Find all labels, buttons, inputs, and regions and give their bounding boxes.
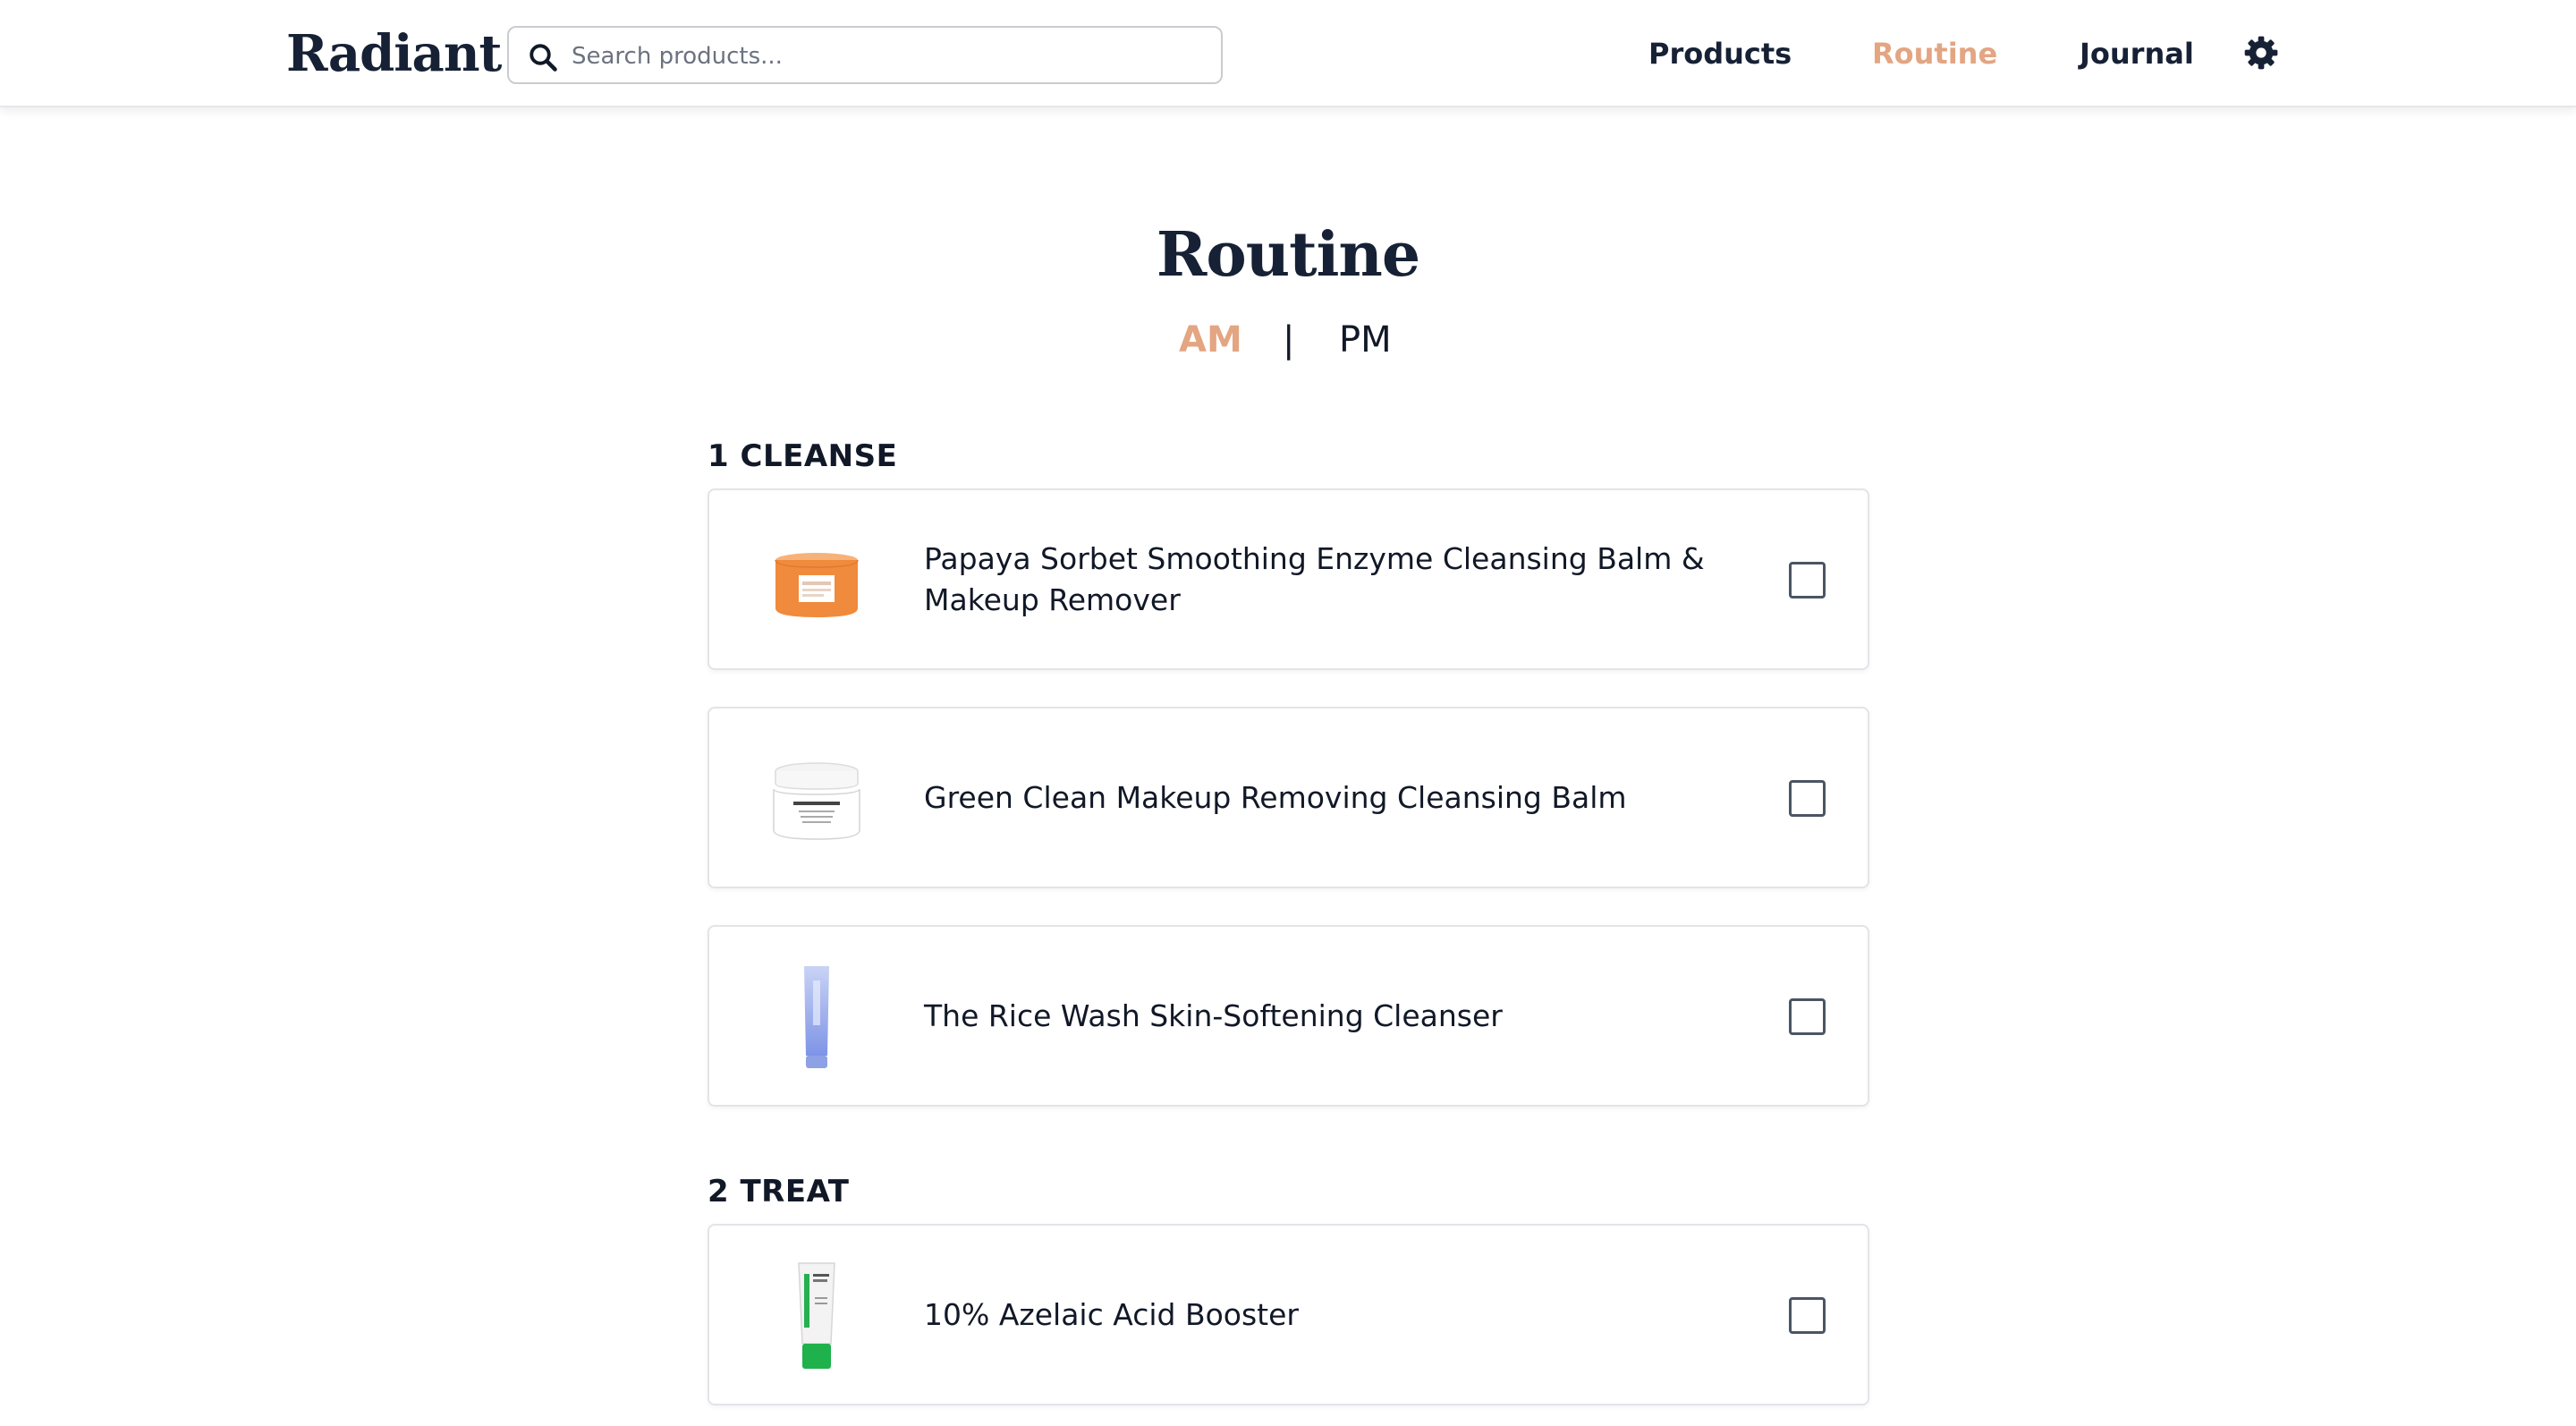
routine-item-card[interactable]: Papaya Sorbet Smoothing Enzyme Cleansing… — [708, 488, 1869, 670]
search-icon — [530, 44, 557, 72]
search-input[interactable] — [572, 35, 1198, 78]
product-name: 10% Azelaic Acid Booster — [924, 1296, 1299, 1332]
orange-jar-image — [775, 553, 859, 617]
logo[interactable]: Radiant — [286, 21, 502, 86]
page-title: Routine — [1156, 219, 1420, 291]
search-bar[interactable] — [507, 26, 1223, 84]
pm-toggle[interactable]: PM — [1339, 313, 1392, 367]
section-title-treat: 2 TREAT — [708, 1174, 850, 1210]
top-navbar: Radiant Products Routine Journal — [0, 0, 2576, 107]
routine-checkbox[interactable] — [1789, 562, 1826, 598]
routine-checkbox[interactable] — [1789, 998, 1826, 1035]
routine-checkbox[interactable] — [1789, 1297, 1826, 1334]
nav-routine[interactable]: Routine — [1872, 32, 1997, 75]
am-toggle[interactable]: AM — [1179, 313, 1242, 367]
routine-item-card[interactable]: 10% Azelaic Acid Booster — [708, 1224, 1869, 1405]
gear-icon[interactable] — [2243, 35, 2279, 71]
nav-products[interactable]: Products — [1648, 32, 1792, 75]
blue-tube-image — [804, 966, 829, 1068]
product-name: The Rice Wash Skin-Softening Cleanser — [924, 997, 1503, 1033]
product-name: Green Clean Makeup Removing Cleansing Ba… — [924, 779, 1627, 815]
routine-checkbox[interactable] — [1789, 780, 1826, 817]
routine-item-card[interactable]: Green Clean Makeup Removing Cleansing Ba… — [708, 707, 1869, 888]
routine-item-card[interactable]: The Rice Wash Skin-Softening Cleanser — [708, 925, 1869, 1107]
white-green-tube-image — [798, 1262, 835, 1369]
white-jar-image — [773, 762, 860, 840]
nav-journal[interactable]: Journal — [2080, 32, 2194, 75]
product-name: Papaya Sorbet Smoothing Enzyme Cleansing… — [924, 540, 1705, 617]
section-title-cleanse: 1 CLEANSE — [708, 438, 898, 474]
toggle-separator: | — [1283, 319, 1295, 361]
